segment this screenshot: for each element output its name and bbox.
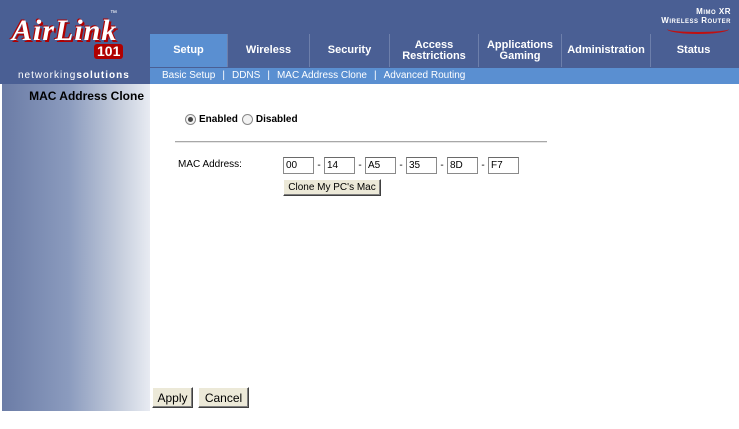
tab-label: Wireless <box>245 44 292 56</box>
sidebar <box>2 84 150 411</box>
tab-label: Applications Gaming <box>486 38 553 62</box>
tab-label: Administration <box>567 44 645 56</box>
mac-octet-1-input[interactable] <box>283 157 314 174</box>
main-tabs: Setup Wireless Security Access Restricti… <box>150 34 736 67</box>
tab-access-restrictions[interactable]: Access Restrictions <box>390 34 479 67</box>
subnav-advanced-routing[interactable]: Advanced Routing <box>384 69 466 83</box>
tagline-part2: solutions <box>76 70 130 81</box>
mac-separator: - <box>358 160 362 171</box>
tab-security[interactable]: Security <box>310 34 390 67</box>
divider <box>175 141 547 143</box>
tab-wireless[interactable]: Wireless <box>228 34 310 67</box>
mac-octet-3-input[interactable] <box>365 157 396 174</box>
mac-separator: - <box>440 160 444 171</box>
mac-octet-2-input[interactable] <box>324 157 355 174</box>
subnav-ddns[interactable]: DDNS <box>232 69 260 83</box>
mac-address-fields: - - - - - <box>283 157 519 174</box>
tab-status[interactable]: Status <box>651 34 736 67</box>
mac-separator: - <box>399 160 403 171</box>
tab-label: Status <box>676 44 711 56</box>
brand-logo: AirLink ™ 101 <box>2 0 148 68</box>
tagline-part1: networking <box>18 70 77 81</box>
tab-administration[interactable]: Administration <box>562 34 651 67</box>
subnav-separator: | <box>373 70 377 81</box>
tab-label: Setup <box>173 44 204 56</box>
tab-setup[interactable]: Setup <box>150 34 228 67</box>
apply-button[interactable]: Apply <box>152 387 193 408</box>
mac-address-label: MAC Address: <box>178 159 242 170</box>
tab-label: Security <box>327 44 372 56</box>
product-name-line1: Mimo XR <box>696 7 731 16</box>
tab-label: Access Restrictions <box>402 38 466 62</box>
mac-separator: - <box>481 160 485 171</box>
clone-my-pc-mac-button[interactable]: Clone My PC's Mac <box>283 179 381 196</box>
logo-number: 101 <box>94 44 124 59</box>
brand-tagline: networkingsolutions <box>18 69 130 83</box>
logo-trademark: ™ <box>110 10 117 17</box>
mac-octet-6-input[interactable] <box>488 157 519 174</box>
subnav-mac-address-clone[interactable]: MAC Address Clone <box>277 69 367 83</box>
subnav-separator: | <box>222 70 225 81</box>
mac-octet-4-input[interactable] <box>406 157 437 174</box>
mac-octet-5-input[interactable] <box>447 157 478 174</box>
enabled-radio[interactable] <box>185 114 196 125</box>
mac-separator: - <box>317 160 321 171</box>
disabled-label: Disabled <box>255 114 298 125</box>
product-swoosh-icon <box>667 24 729 34</box>
clone-mode-radio-group: Enabled Disabled <box>185 114 302 125</box>
section-title: MAC Address Clone <box>29 89 144 103</box>
enabled-label: Enabled <box>199 114 238 125</box>
cancel-button[interactable]: Cancel <box>198 387 249 408</box>
subnav-basic-setup[interactable]: Basic Setup <box>162 69 215 83</box>
subnav-separator: | <box>267 70 270 81</box>
tab-applications-gaming[interactable]: Applications Gaming <box>479 34 562 67</box>
subnav: Basic Setup | DDNS | MAC Address Clone |… <box>162 68 465 84</box>
disabled-radio[interactable] <box>241 114 253 125</box>
